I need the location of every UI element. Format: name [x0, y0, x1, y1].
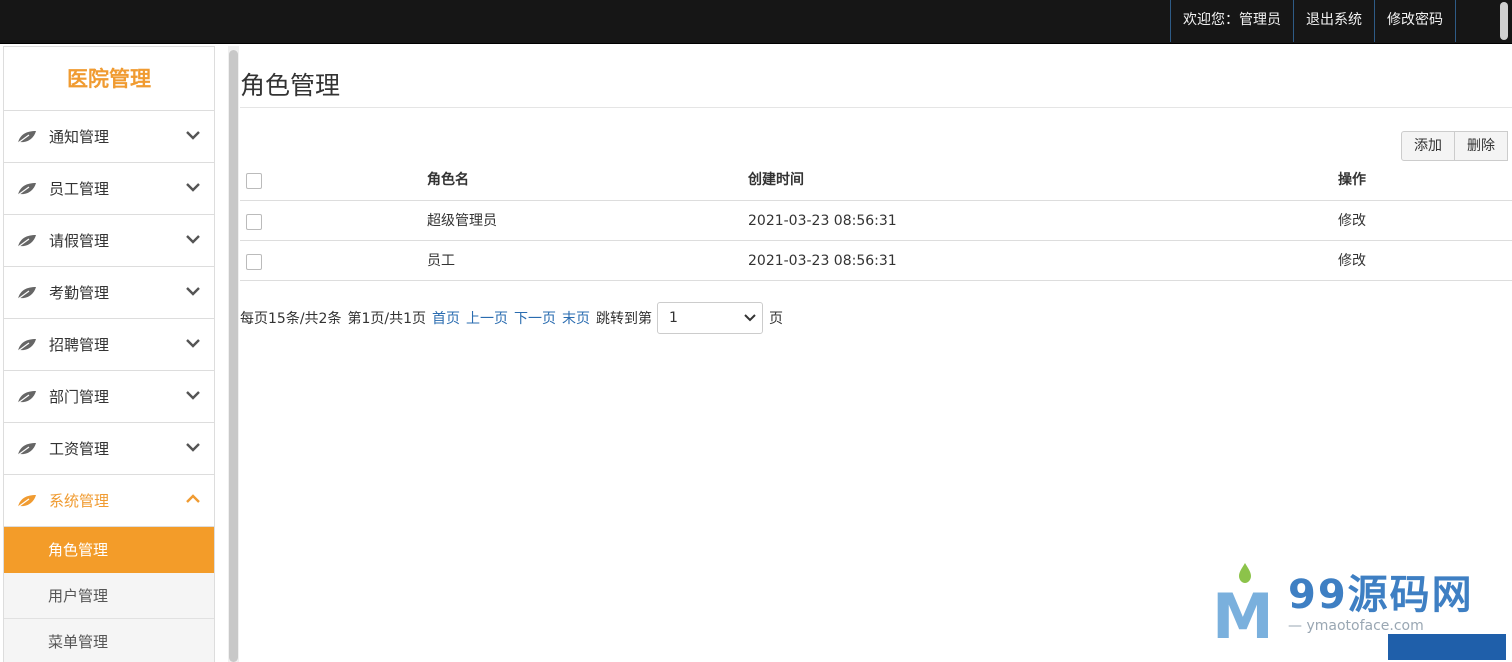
role-table: 角色名 创建时间 操作 超级管理员 2021-03-23 08:56:31 修改…: [240, 160, 1512, 281]
page-jump-value: 1: [668, 310, 678, 326]
watermark-logo: M: [1212, 580, 1274, 653]
submenu-item-role[interactable]: 角色管理: [4, 527, 214, 573]
sidebar-item-label: 招聘管理: [49, 336, 110, 354]
sidebar-scrollbar[interactable]: [228, 46, 239, 662]
sidebar-scrollbar-thumb[interactable]: [229, 50, 238, 662]
row-checkbox[interactable]: [246, 214, 262, 230]
created-time: 2021-03-23 08:56:31: [748, 253, 897, 269]
prev-page-link[interactable]: 上一页: [466, 308, 508, 328]
logout-link[interactable]: 退出系统: [1293, 0, 1374, 42]
delete-button[interactable]: 删除: [1455, 131, 1508, 161]
sidebar-item-label: 系统管理: [49, 492, 110, 510]
sidebar-item-attendance[interactable]: 考勤管理: [4, 267, 214, 319]
sidebar-item-notice[interactable]: 通知管理: [4, 111, 214, 163]
edit-link[interactable]: 修改: [1338, 241, 1366, 281]
sidebar-item-label: 通知管理: [49, 128, 110, 146]
chevron-down-icon[interactable]: [185, 390, 201, 400]
sidebar-item-label: 员工管理: [49, 180, 110, 198]
watermark-title: 99源码网: [1288, 572, 1474, 618]
leaf-icon: [17, 442, 36, 455]
sidebar-item-department[interactable]: 部门管理: [4, 371, 214, 423]
submenu-item-user[interactable]: 用户管理: [4, 573, 214, 619]
page-jump-select[interactable]: 1: [656, 302, 763, 334]
role-name: 超级管理员: [427, 213, 497, 229]
add-button[interactable]: 添加: [1401, 131, 1455, 161]
chevron-down-icon[interactable]: [185, 182, 201, 192]
jump-suffix: 页: [768, 311, 783, 327]
sidebar-item-label: 部门管理: [49, 388, 110, 406]
brand-title: 医院管理: [4, 47, 214, 111]
first-page-link[interactable]: 首页: [432, 308, 460, 328]
top-bar-links: 欢迎您：管理员 退出系统 修改密码: [1170, 0, 1456, 42]
sidebar-item-label: 工资管理: [49, 440, 110, 458]
table-row: 员工 2021-03-23 08:56:31 修改: [240, 241, 1512, 281]
watermark: M 99源码网 — ymaotoface.com: [1212, 556, 1512, 662]
submenu-item-menu[interactable]: 菜单管理: [4, 619, 214, 662]
select-all-checkbox[interactable]: [246, 173, 262, 189]
pager-page-info: 第1页/共1页: [347, 311, 426, 327]
table-row: 超级管理员 2021-03-23 08:56:31 修改: [240, 201, 1512, 241]
sidebar-item-label: 考勤管理: [49, 284, 110, 302]
column-header-action: 操作: [1338, 172, 1366, 188]
page-title: 角色管理: [240, 71, 341, 100]
leaf-icon: [17, 390, 36, 403]
chevron-up-icon[interactable]: [185, 494, 201, 504]
pager-summary: 每页15条/共2条: [240, 311, 342, 327]
leaf-icon: [17, 494, 36, 507]
sidebar-item-staff[interactable]: 员工管理: [4, 163, 214, 215]
sidebar: 医院管理 通知管理 员工管理 请假管理 考勤管理 招聘管理 部门管理 工资管理 …: [3, 46, 215, 662]
next-page-link[interactable]: 下一页: [514, 308, 556, 328]
chevron-down-icon[interactable]: [185, 286, 201, 296]
top-bar: 欢迎您：管理员 退出系统 修改密码: [0, 0, 1512, 44]
chevron-down-icon[interactable]: [185, 130, 201, 140]
watermark-subtitle: — ymaotoface.com: [1288, 618, 1424, 634]
chevron-down-icon[interactable]: [185, 234, 201, 244]
sidebar-item-recruitment[interactable]: 招聘管理: [4, 319, 214, 371]
sidebar-item-label: 请假管理: [49, 232, 110, 250]
role-name: 员工: [427, 253, 455, 269]
chevron-down-icon[interactable]: [185, 338, 201, 348]
column-header-name: 角色名: [427, 172, 469, 188]
chevron-down-icon[interactable]: [185, 442, 201, 452]
leaf-icon: [17, 338, 36, 351]
change-password-link[interactable]: 修改密码: [1374, 0, 1456, 42]
leaf-icon: [17, 182, 36, 195]
toolbar: 添加 删除: [1401, 131, 1508, 161]
column-header-created: 创建时间: [748, 172, 804, 188]
leaf-icon: [17, 234, 36, 247]
leaf-icon: [17, 130, 36, 143]
edit-link[interactable]: 修改: [1338, 201, 1366, 241]
last-page-link[interactable]: 末页: [562, 308, 590, 328]
leaf-icon: [17, 286, 36, 299]
row-checkbox[interactable]: [246, 254, 262, 270]
table-header-row: 角色名 创建时间 操作: [240, 160, 1512, 201]
jump-label: 跳转到第: [595, 311, 652, 327]
title-divider: [240, 107, 1512, 108]
sidebar-item-leave[interactable]: 请假管理: [4, 215, 214, 267]
created-time: 2021-03-23 08:56:31: [748, 213, 897, 229]
chevron-down-icon: [744, 314, 756, 322]
welcome-text: 欢迎您：管理员: [1170, 0, 1293, 42]
pagination: 每页15条/共2条 第1页/共1页 首页 上一页 下一页 末页 跳转到第 1 页: [240, 302, 783, 334]
sidebar-item-system[interactable]: 系统管理: [4, 475, 214, 527]
window-scrollbar-thumb[interactable]: [1500, 2, 1508, 40]
watermark-badge: [1388, 634, 1506, 660]
sidebar-item-salary[interactable]: 工资管理: [4, 423, 214, 475]
